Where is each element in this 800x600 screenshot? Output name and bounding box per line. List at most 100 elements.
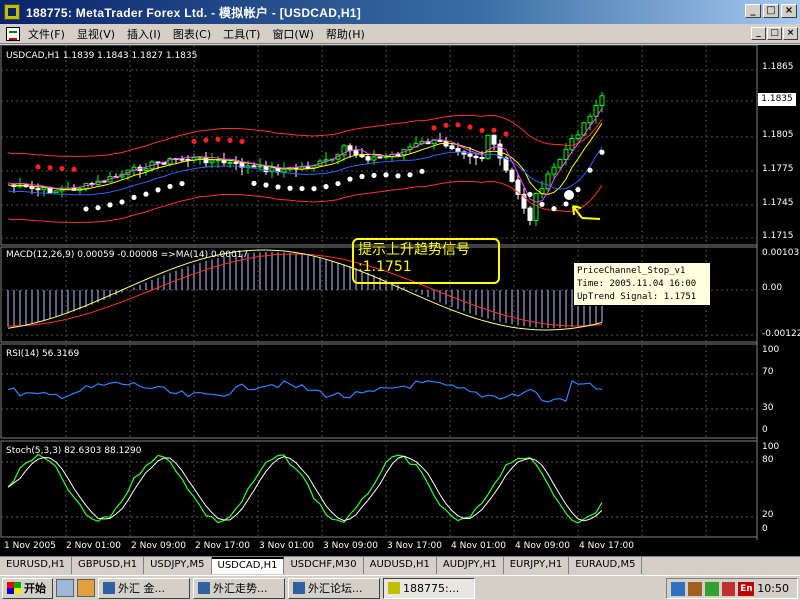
price-channel-stop-dot — [347, 176, 353, 182]
candle-body — [527, 207, 533, 221]
stoch-level-label: 100 — [762, 442, 780, 452]
macd-level-label: 0.00 — [762, 283, 783, 293]
upper-band-line — [7, 114, 603, 157]
menu-file[interactable]: 文件(F) — [24, 26, 73, 42]
price-channel-stop-dot — [167, 183, 173, 190]
menu-view[interactable]: 显视(V) — [73, 26, 123, 42]
chart-document-icon[interactable] — [6, 26, 20, 41]
security-icon[interactable] — [721, 581, 736, 596]
menu-tools[interactable]: 工具(T) — [219, 26, 268, 42]
time-axis-label: 3 Nov 17:00 — [387, 541, 442, 551]
child-close-button[interactable]: × — [783, 27, 798, 40]
signal-info-tooltip: PriceChannel_Stop_v1 Time: 2005.11.04 16… — [573, 262, 711, 306]
annotation-value: :1.1751 — [358, 259, 412, 275]
candle-body — [353, 150, 359, 156]
price-level-label: 1.1805 — [762, 130, 794, 140]
rsi-level-label: 100 — [762, 345, 780, 355]
window-title: 188775: MetaTrader Forex Ltd. - 模拟帐户 - [… — [26, 5, 362, 20]
price-channel-stop-dot — [179, 180, 185, 187]
rsi-chart — [7, 380, 603, 403]
network-icon[interactable] — [671, 581, 685, 596]
tab-audjpy[interactable]: AUDJPY,H1 — [437, 557, 504, 574]
input-language-indicator[interactable]: En — [738, 581, 755, 596]
price-channel-stop-dot — [155, 187, 161, 193]
quick-launch-browser-icon[interactable] — [77, 579, 95, 597]
price-channel-stop-dot — [299, 185, 305, 192]
candle-body — [155, 161, 161, 164]
menu-insert[interactable]: 插入(I) — [123, 26, 169, 42]
info-time: Time: 2005.11.04 16:00 — [577, 279, 697, 289]
price-channel-stop-dot — [575, 187, 581, 193]
menu-help[interactable]: 帮助(H) — [322, 26, 373, 42]
candle-body — [557, 159, 563, 168]
tab-gbpusd[interactable]: GBPUSD,H1 — [72, 557, 145, 574]
price-channel-stop-dot — [35, 164, 41, 170]
time-axis-label: 4 Nov 09:00 — [515, 541, 570, 551]
chat-icon[interactable] — [704, 581, 719, 596]
tab-euraud[interactable]: EURAUD,M5 — [569, 557, 643, 574]
task-button[interactable]: 外汇 金... — [98, 577, 190, 599]
candle-body — [41, 187, 47, 191]
task-button-metatrader[interactable]: 188775:... — [383, 577, 475, 599]
price-channel-stop-dot — [215, 136, 221, 143]
start-button[interactable]: 开始 — [2, 577, 53, 599]
price-channel-stop-dot — [371, 172, 377, 179]
task-button[interactable]: 外汇走势... — [193, 577, 285, 599]
price-level-label: 1.1865 — [762, 62, 794, 72]
uptrend-annotation: 提示上升趋势信号 :1.1751 — [352, 238, 500, 284]
stoch-level-label: 80 — [762, 455, 774, 465]
taskbar: 开始 外汇 金... 外汇走势... 外汇论坛... 188775:... En… — [0, 575, 800, 600]
quick-launch-desktop-icon[interactable] — [56, 579, 74, 597]
menu-window[interactable]: 窗口(W) — [268, 26, 321, 42]
candle-body — [179, 158, 185, 161]
child-restore-button[interactable]: □ — [767, 27, 782, 40]
info-signal: UpTrend Signal: 1.1751 — [577, 292, 697, 302]
tab-usdchf[interactable]: USDCHF,M30 — [284, 557, 364, 574]
metatrader-window: 188775: MetaTrader Forex Ltd. - 模拟帐户 - [… — [0, 0, 800, 600]
tab-audusd[interactable]: AUDUSD,H1 — [364, 557, 437, 574]
uptrend-signal-marker — [564, 190, 574, 200]
price-channel-stop-dot — [467, 124, 473, 130]
price-channel-stop-dot — [359, 173, 365, 180]
chart-area[interactable]: USDCAD,H1 1.1839 1.1843 1.1827 1.1835 1.… — [0, 45, 800, 556]
candle-body — [593, 105, 599, 117]
maximize-button[interactable]: □ — [763, 4, 779, 18]
close-button[interactable]: × — [781, 4, 797, 18]
minimize-button[interactable]: _ — [745, 4, 761, 18]
tab-eurjpy[interactable]: EURJPY,H1 — [504, 557, 570, 574]
app-icon — [4, 4, 20, 20]
time-axis-label: 2 Nov 09:00 — [131, 541, 186, 551]
rsi-level-label: 70 — [762, 367, 774, 377]
menu-charts[interactable]: 图表(C) — [169, 26, 219, 42]
browser-icon — [103, 582, 115, 594]
price-level-label: 1.1745 — [762, 198, 794, 208]
title-bar[interactable]: 188775: MetaTrader Forex Ltd. - 模拟帐户 - [… — [0, 0, 800, 24]
candle-body — [599, 95, 605, 107]
tab-eurusd[interactable]: EURUSD,H1 — [0, 557, 73, 574]
child-minimize-button[interactable]: _ — [751, 27, 766, 40]
candle-body — [257, 165, 263, 168]
candle-body — [365, 156, 371, 161]
macd-pane-label: MACD(12,26,9) 0.00059 -0.00008 =>MA(14) … — [6, 250, 249, 260]
tab-usdjpy[interactable]: USDJPY,M5 — [144, 557, 212, 574]
candle-body — [587, 115, 593, 124]
candle-body — [197, 156, 203, 159]
price-channel-stop-dot — [491, 127, 497, 133]
candle-body — [533, 193, 539, 221]
stoch-signal-line — [7, 455, 603, 522]
price-channel-stop-dot — [515, 179, 521, 185]
price-channel-stop-dot — [95, 205, 101, 211]
price-channel-stop-dot — [479, 127, 485, 134]
price-channel-stop-dot — [503, 131, 509, 137]
clock: 10:50 — [757, 582, 789, 595]
browser-icon — [198, 582, 210, 594]
macd-level-label: -0.00122 — [762, 329, 800, 339]
candle-body — [371, 156, 377, 161]
tab-usdcad[interactable]: USDCAD,H1 — [211, 557, 285, 574]
volume-icon[interactable] — [687, 581, 702, 596]
rsi-level-label: 0 — [762, 425, 768, 435]
task-button[interactable]: 外汇论坛... — [288, 577, 380, 599]
price-pane-label: USDCAD,H1 1.1839 1.1843 1.1827 1.1835 — [6, 51, 198, 61]
rsi-level-label: 30 — [762, 403, 774, 413]
menu-bar: 文件(F) 显视(V) 插入(I) 图表(C) 工具(T) 窗口(W) 帮助(H… — [0, 24, 800, 44]
